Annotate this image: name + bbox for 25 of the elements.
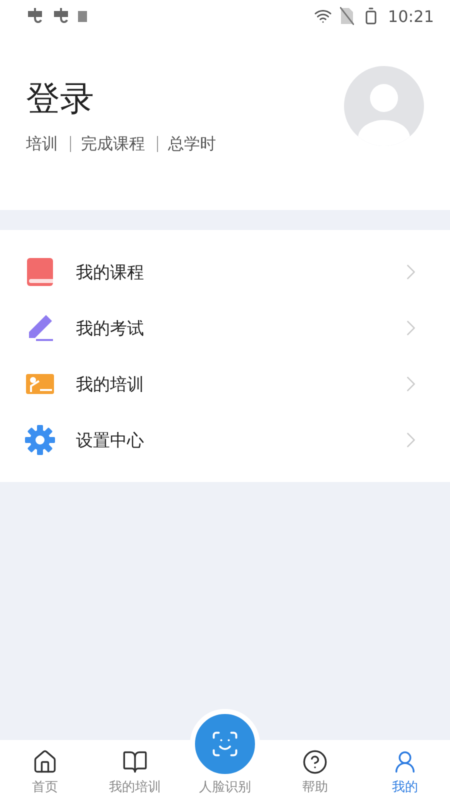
face-scan-icon [210,729,240,759]
menu-item[interactable]: 我的培训 [0,356,450,412]
menu-item[interactable]: 我的课程 [0,244,450,300]
nav-tab[interactable]: 我的培训 [90,749,180,796]
bug-icon [26,7,44,25]
home-icon [32,749,58,775]
card-icon [78,10,87,22]
no-sim-icon [340,7,354,25]
help-icon [302,749,328,775]
nav-tab[interactable]: 人脸识别 [180,709,270,796]
menu-item[interactable]: 我的考试 [0,300,450,356]
stat-label: 完成课程 [70,136,157,152]
nav-tab[interactable]: 我的 [360,749,450,796]
bug-icon [52,7,70,25]
book-icon [24,256,56,288]
book-icon [122,749,148,775]
gear-icon [24,424,56,456]
stat-label: 总学时 [157,136,228,152]
wifi-icon [314,7,332,25]
status-time: 10:21 [388,6,434,26]
menu-item[interactable]: 设置中心 [0,412,450,468]
nav-tab[interactable]: 首页 [0,749,90,796]
stat-label: 培训 [26,136,59,152]
login-title[interactable]: 登录 [26,76,228,122]
nav-tab[interactable]: 帮助 [270,749,360,796]
